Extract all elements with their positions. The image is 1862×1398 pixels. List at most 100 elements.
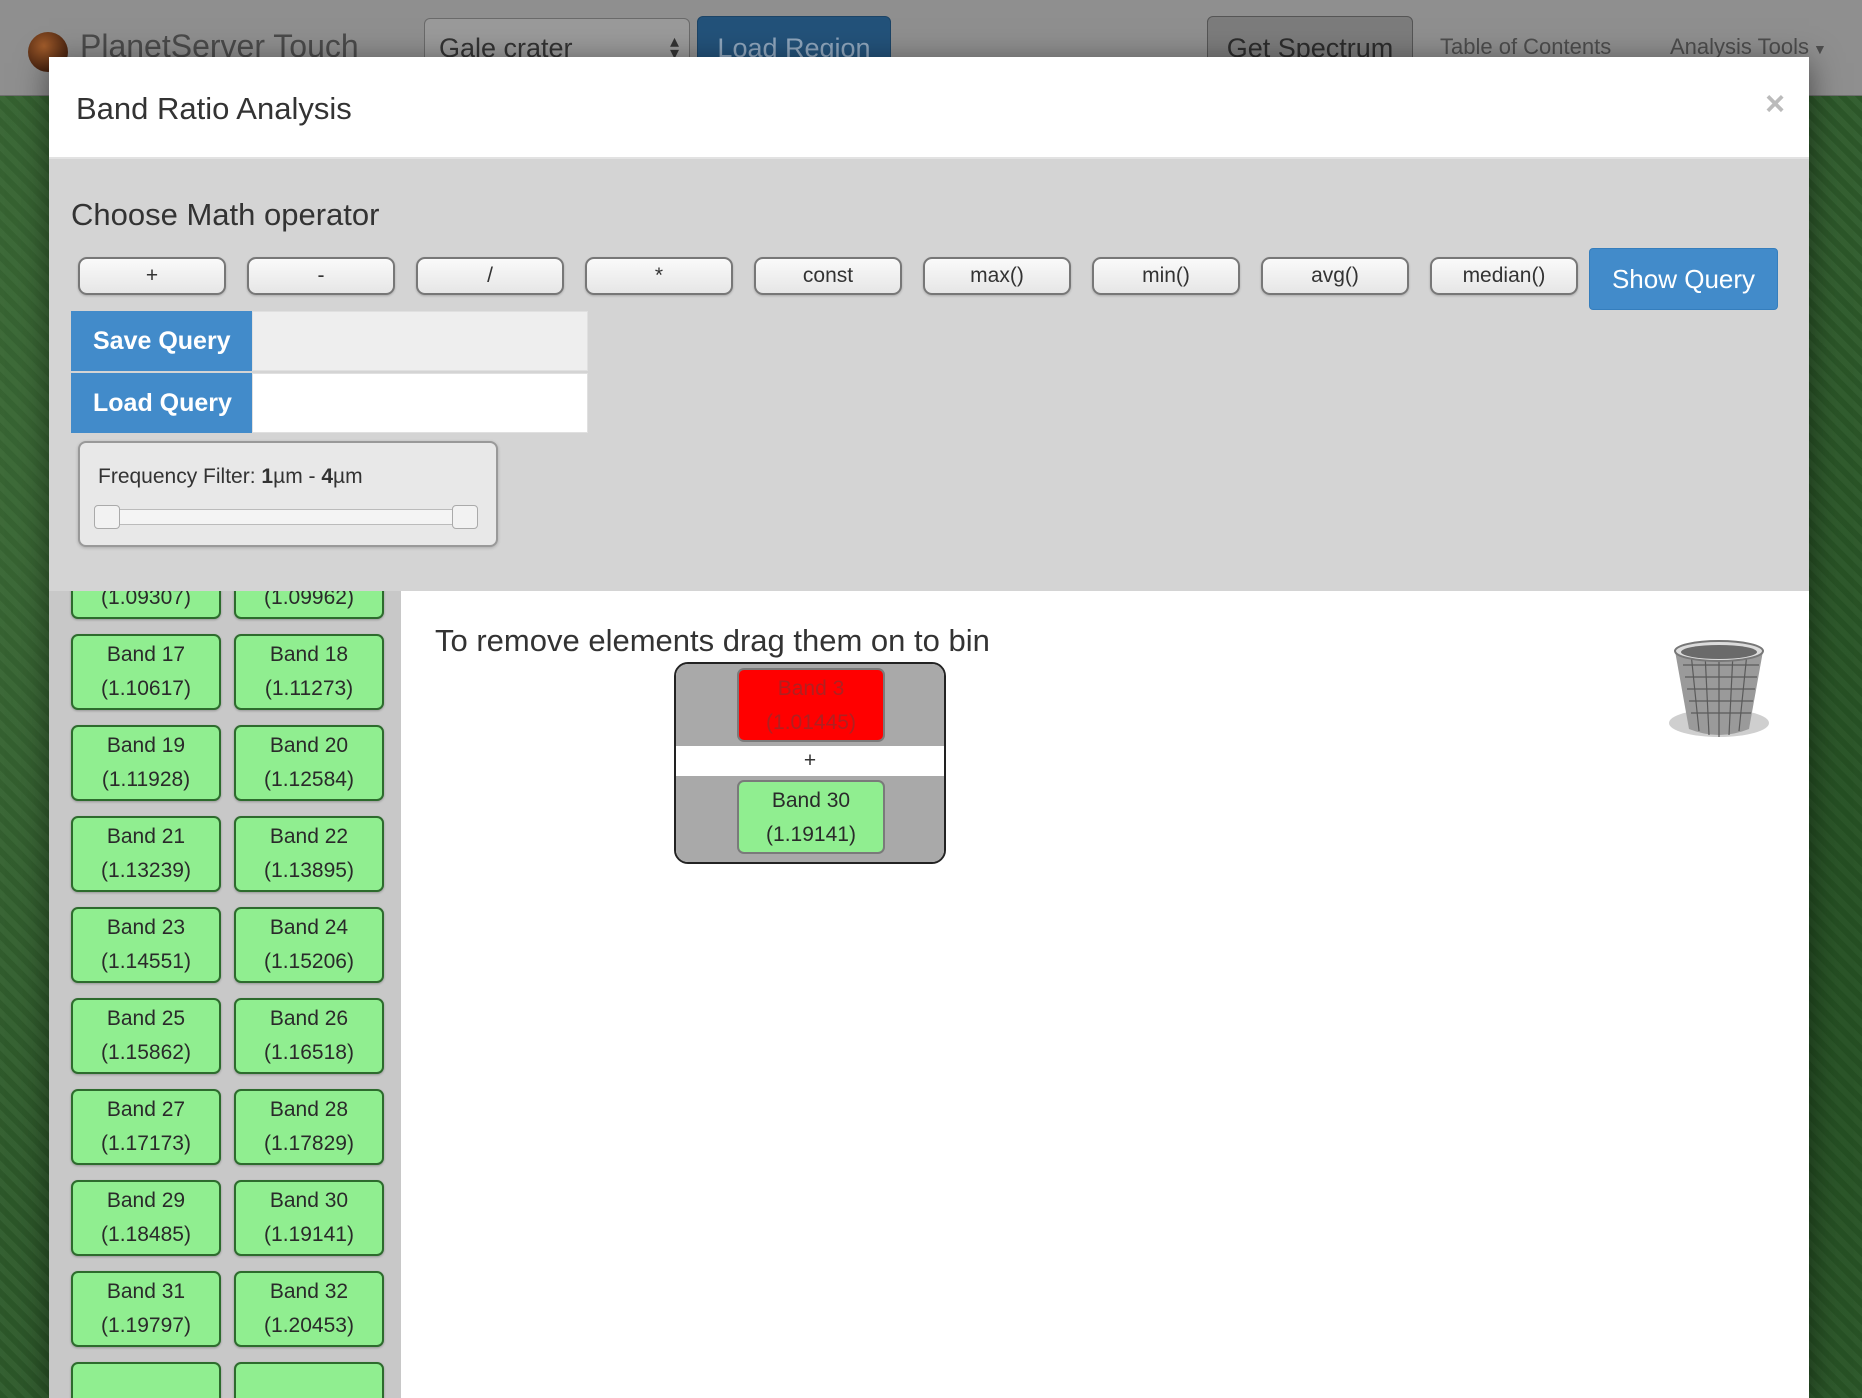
- query-expression: Band 3 (1.01445) + Band 30 (1.19141): [674, 662, 946, 864]
- band-tile[interactable]: Band 16(1.09962): [234, 591, 384, 619]
- frequency-min-unit: µm: [273, 465, 303, 488]
- show-query-button[interactable]: Show Query: [1589, 248, 1778, 310]
- band-tile-wavelength: (1.20453): [264, 1314, 354, 1337]
- query-operator[interactable]: +: [676, 746, 944, 776]
- band-tile-wavelength: (1.11928): [101, 768, 191, 791]
- band-tile-wavelength: (1.15206): [264, 950, 354, 973]
- operator-panel: Choose Math operator + - / * const max()…: [49, 159, 1809, 591]
- modal-header: Band Ratio Analysis ×: [49, 57, 1809, 159]
- band-tile-wavelength: (1.12584): [264, 768, 354, 791]
- band-tile[interactable]: Band 17 (1.10617): [71, 634, 221, 710]
- band-tile-wavelength: (1.15862): [101, 1041, 191, 1064]
- band-tile-partial[interactable]: [234, 1362, 384, 1398]
- band-tile-name: Band 27: [106, 1098, 186, 1121]
- band-tile-name: Band 24: [269, 916, 349, 939]
- band-tile-name: Band 17: [106, 643, 186, 666]
- band-tile[interactable]: Band 20 (1.12584): [234, 725, 384, 801]
- close-icon[interactable]: ×: [1765, 85, 1785, 124]
- operator-heading: Choose Math operator: [71, 197, 380, 232]
- load-query-input[interactable]: [252, 373, 588, 433]
- operator-multiply-button[interactable]: *: [585, 257, 733, 295]
- band-list-panel[interactable]: Band 15(1.09307) Band 16(1.09962) Band 17 (…: [49, 591, 401, 1398]
- band-tile[interactable]: Band 28 (1.17829): [234, 1089, 384, 1165]
- load-query-button[interactable]: Load Query: [71, 373, 252, 433]
- query-workspace: To remove elements drag them on to bin B…: [401, 591, 1809, 1398]
- frequency-max-unit: µm: [333, 465, 363, 488]
- frequency-slider-min-handle[interactable]: [94, 505, 120, 529]
- operator-divide-button[interactable]: /: [416, 257, 564, 295]
- band-tile-wavelength: (1.19141): [264, 1223, 354, 1246]
- band-tile-name: Band 22: [269, 825, 349, 848]
- band-ratio-modal: Band Ratio Analysis × Choose Math operat…: [49, 57, 1809, 1398]
- query-band-first-wavelength: (1.01445): [766, 711, 856, 734]
- band-tile[interactable]: Band 18 (1.11273): [234, 634, 384, 710]
- band-tile-name: Band 18: [269, 643, 349, 666]
- frequency-slider-track[interactable]: [98, 509, 478, 525]
- operator-avg-button[interactable]: avg(): [1261, 257, 1409, 295]
- operator-minus-button[interactable]: -: [247, 257, 395, 295]
- band-tile-name: Band 32: [269, 1280, 349, 1303]
- query-band-first-name: Band 3: [777, 677, 845, 700]
- band-tile-wavelength: (1.14551): [101, 950, 191, 973]
- band-tile-name: Band 20: [269, 734, 349, 757]
- band-tile[interactable]: Band 22 (1.13895): [234, 816, 384, 892]
- query-band-second-wavelength: (1.19141): [766, 823, 856, 846]
- band-tile[interactable]: Band 25 (1.15862): [71, 998, 221, 1074]
- band-tile-wavelength: (1.17829): [264, 1132, 354, 1155]
- band-tile-wavelength: (1.10617): [101, 677, 191, 700]
- band-tile-wavelength: (1.16518): [264, 1041, 354, 1064]
- band-tile[interactable]: Band 29 (1.18485): [71, 1180, 221, 1256]
- band-tile-name: Band 26: [269, 1007, 349, 1030]
- workspace-hint: To remove elements drag them on to bin: [435, 623, 990, 658]
- band-tile[interactable]: Band 30 (1.19141): [234, 1180, 384, 1256]
- trash-bin-icon[interactable]: [1661, 631, 1781, 751]
- save-query-button[interactable]: Save Query: [71, 311, 252, 371]
- band-tile-name: Band 31: [106, 1280, 186, 1303]
- band-tile[interactable]: Band 32 (1.20453): [234, 1271, 384, 1347]
- band-tile-wavelength: (1.13895): [264, 859, 354, 882]
- select-arrows-icon: ▴ ▾: [669, 31, 679, 63]
- frequency-slider-max-handle[interactable]: [452, 505, 478, 529]
- band-tile-wavelength: (1.13239): [101, 859, 191, 882]
- operator-max-button[interactable]: max(): [923, 257, 1071, 295]
- operator-min-button[interactable]: min(): [1092, 257, 1240, 295]
- query-band-second[interactable]: Band 30 (1.19141): [737, 780, 885, 854]
- caret-down-icon: ▼: [1813, 41, 1827, 57]
- band-tile[interactable]: Band 27 (1.17173): [71, 1089, 221, 1165]
- modal-title: Band Ratio Analysis: [76, 91, 352, 126]
- band-tile-name: Band 23: [106, 916, 186, 939]
- query-slot-second[interactable]: Band 30 (1.19141): [676, 776, 944, 862]
- band-tile-wavelength: (1.19797): [101, 1314, 191, 1337]
- band-tile[interactable]: Band 19 (1.11928): [71, 725, 221, 801]
- band-tile-name: Band 25: [106, 1007, 186, 1030]
- operator-median-button[interactable]: median(): [1430, 257, 1578, 295]
- query-slot-first[interactable]: Band 3 (1.01445): [676, 664, 944, 746]
- band-tile-partial[interactable]: [71, 1362, 221, 1398]
- frequency-filter-title: Frequency Filter:: [98, 465, 256, 488]
- frequency-filter-label: Frequency Filter: 1µm - 4µm: [98, 465, 363, 489]
- band-tile[interactable]: Band 31 (1.19797): [71, 1271, 221, 1347]
- frequency-min-value: 1: [261, 465, 274, 488]
- band-tile-wavelength: (1.11273): [264, 677, 354, 700]
- nav-analysis-tools-label: Analysis Tools: [1670, 34, 1809, 59]
- save-query-input[interactable]: [252, 311, 588, 371]
- band-tile-wavelength: (1.18485): [101, 1223, 191, 1246]
- operator-const-button[interactable]: const: [754, 257, 902, 295]
- band-tile[interactable]: Band 26 (1.16518): [234, 998, 384, 1074]
- frequency-separator: -: [302, 465, 322, 488]
- band-tile-wavelength: (1.17173): [101, 1132, 191, 1155]
- band-tile-wavelength: (1.09307): [101, 591, 191, 609]
- band-tile-wavelength: (1.09962): [264, 591, 354, 609]
- operator-plus-button[interactable]: +: [78, 257, 226, 295]
- band-tile[interactable]: Band 21 (1.13239): [71, 816, 221, 892]
- frequency-filter: Frequency Filter: 1µm - 4µm: [78, 441, 498, 547]
- band-tile-name: Band 30: [269, 1189, 349, 1212]
- frequency-max-value: 4: [321, 465, 334, 488]
- band-tile[interactable]: Band 15(1.09307): [71, 591, 221, 619]
- band-tile[interactable]: Band 24 (1.15206): [234, 907, 384, 983]
- query-band-first[interactable]: Band 3 (1.01445): [737, 668, 885, 742]
- band-tile-name: Band 29: [106, 1189, 186, 1212]
- band-tile-name: Band 28: [269, 1098, 349, 1121]
- band-tile-name: Band 21: [106, 825, 186, 848]
- band-tile[interactable]: Band 23 (1.14551): [71, 907, 221, 983]
